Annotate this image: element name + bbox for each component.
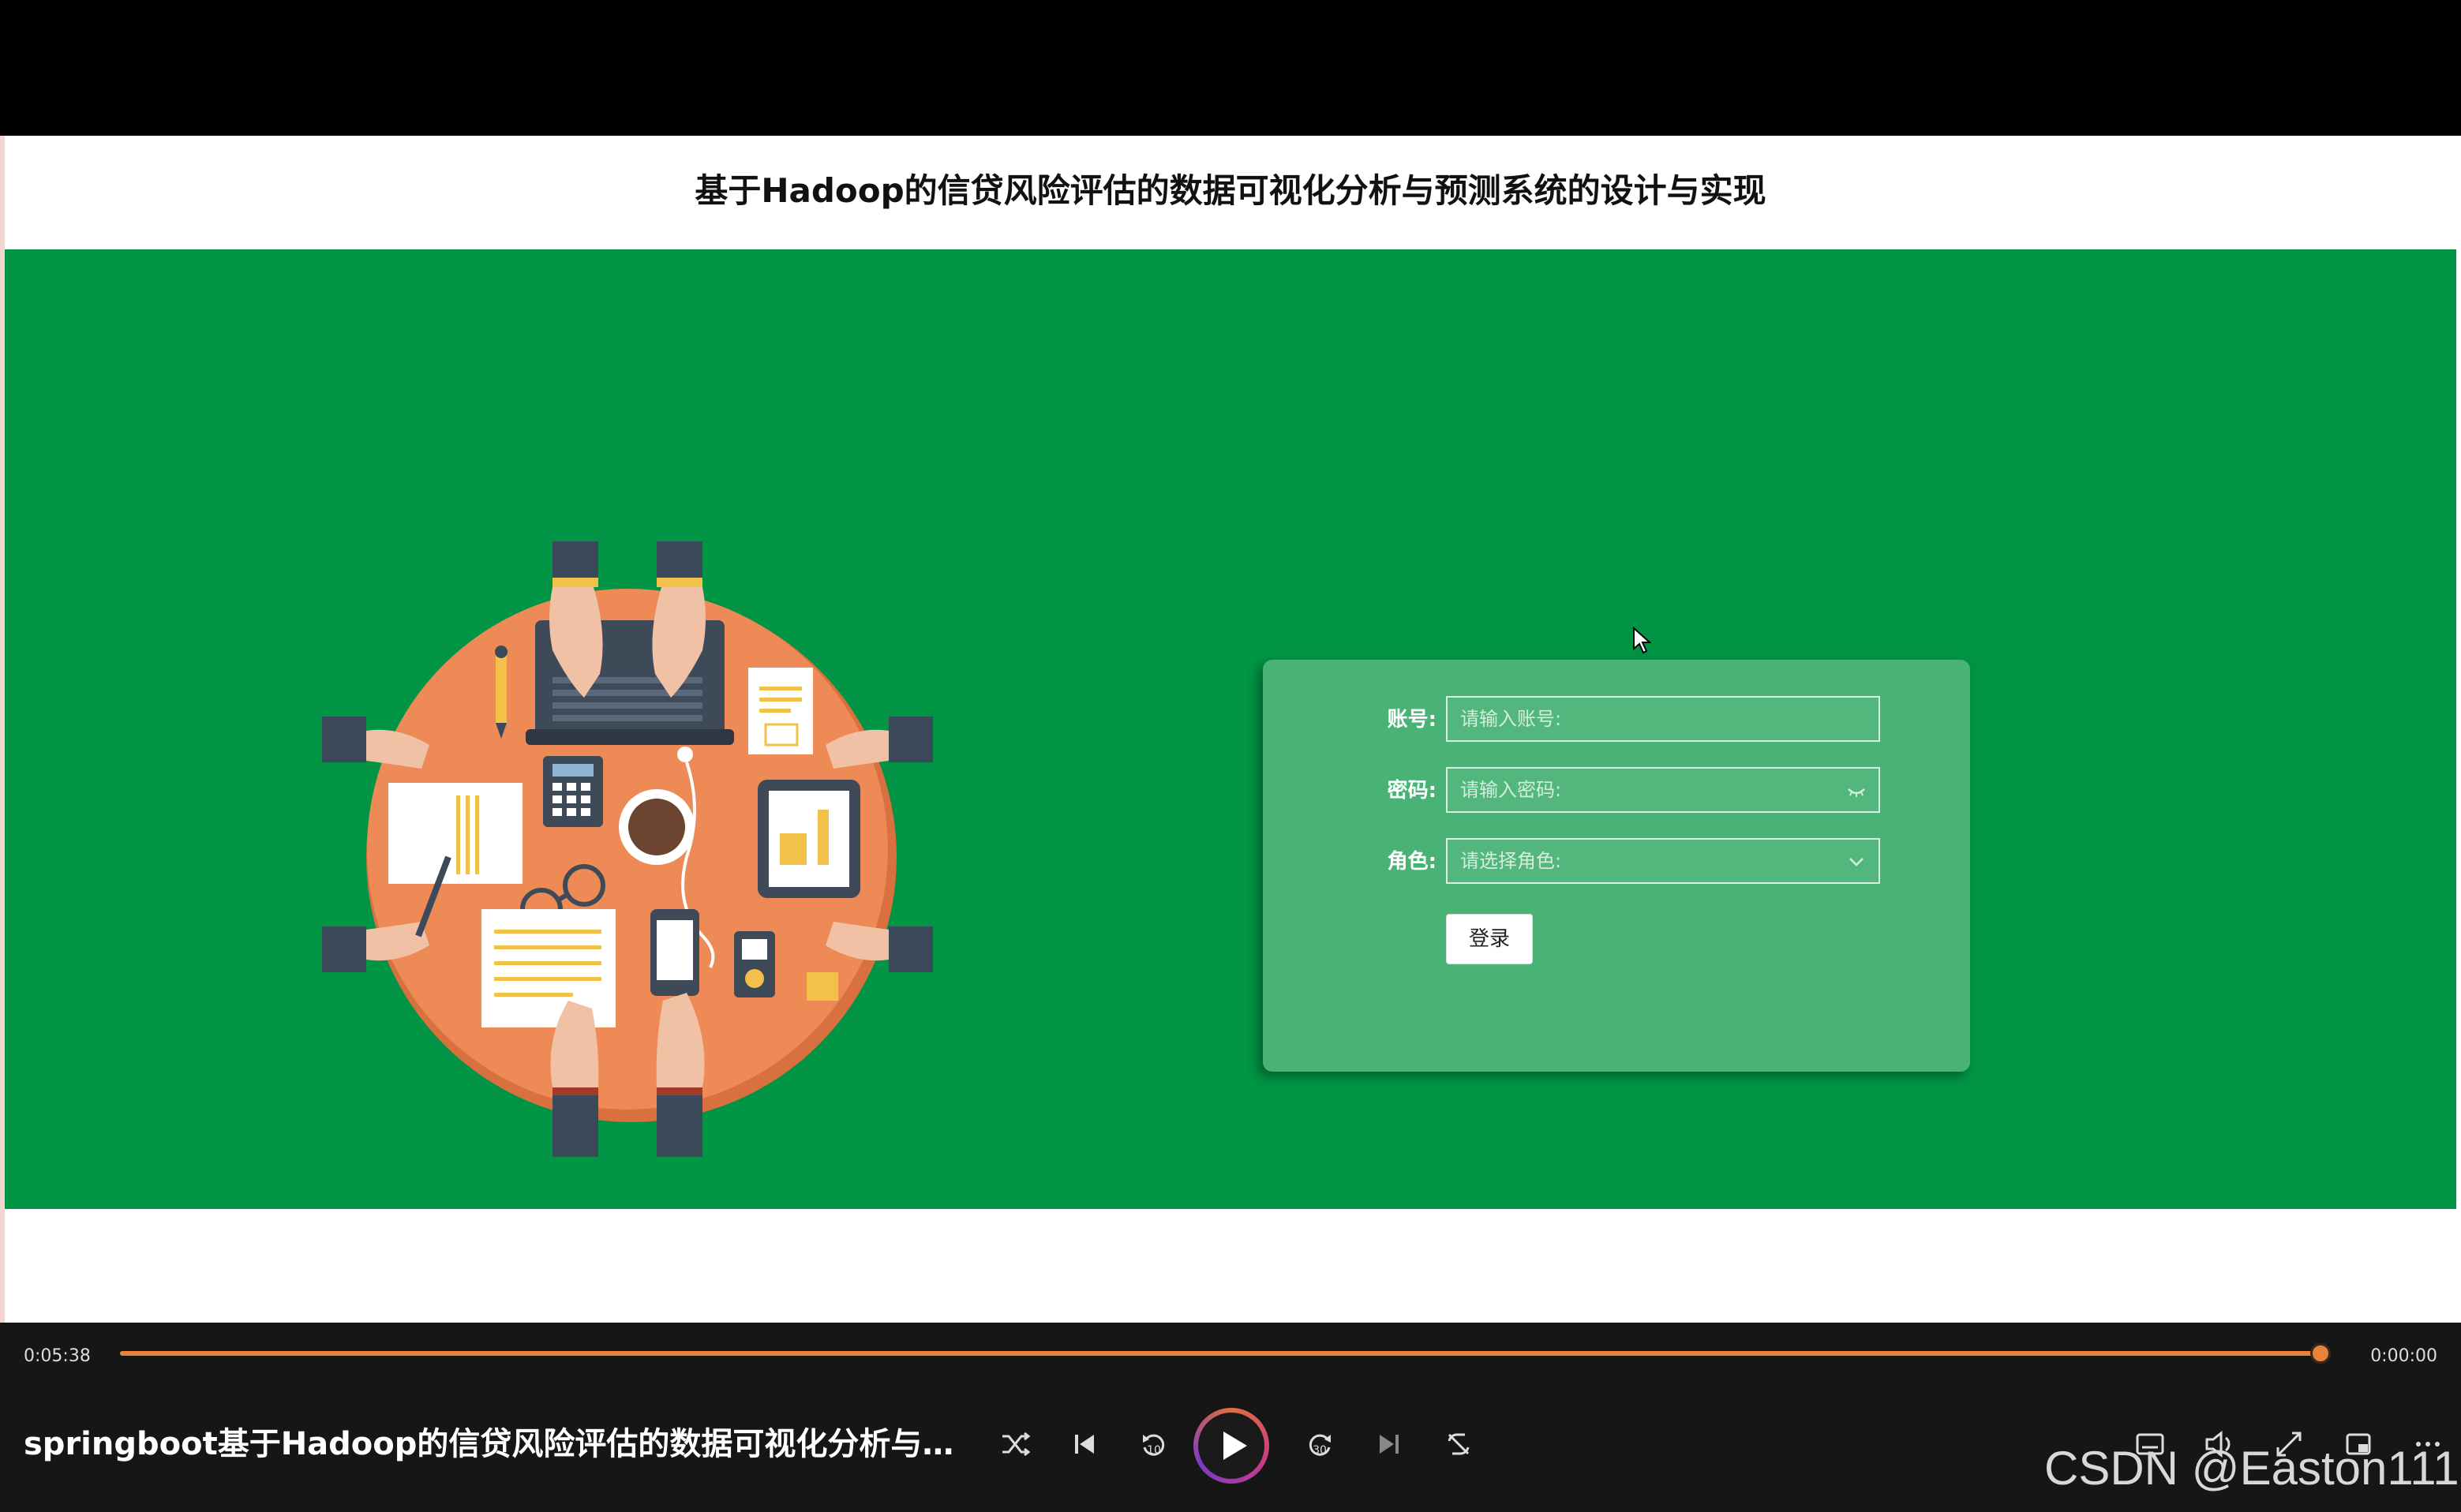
laptop-base: [526, 729, 734, 745]
top-black-bar: [0, 0, 2461, 136]
meeting-table-illustration: [322, 541, 933, 1157]
progress-fill: [120, 1351, 2321, 1356]
rewind-label: 10: [1147, 1444, 1161, 1457]
chevron-down-icon: [1849, 858, 1864, 866]
csdn-watermark: CSDN @Easton111: [2044, 1442, 2459, 1495]
play-button[interactable]: [1193, 1408, 1269, 1484]
password-row: 密码: 请输入密码:: [1263, 767, 1970, 814]
role-select[interactable]: 请选择角色:: [1446, 838, 1880, 884]
play-button-inner: [1198, 1413, 1264, 1479]
login-card: 账号: 请输入账号: 密码: 请输入密码: 角色: 请选择角色: 登录: [1263, 660, 1970, 1072]
password-placeholder: 请输入密码:: [1460, 779, 1562, 801]
progress-thumb[interactable]: [2310, 1343, 2331, 1364]
media-player-bar: 0:05:38 0:00:00 springboot基于Hadoop的信贷风险评…: [0, 1323, 2461, 1512]
left-sleeve-top: [322, 717, 366, 762]
video-frame: 基于Hadoop的信贷风险评估的数据可视化分析与预测系统的设计与实现 账号: 请…: [0, 136, 2461, 1323]
login-button[interactable]: 登录: [1446, 914, 1533, 964]
eye-closed-icon[interactable]: [1845, 780, 1867, 802]
pencil: [496, 652, 507, 723]
right-sleeve-top: [889, 717, 933, 762]
shuffle-icon[interactable]: [996, 1425, 1034, 1463]
password-label: 密码:: [1387, 779, 1437, 803]
left-sleeve-bottom: [322, 926, 366, 972]
repeat-icon[interactable]: [1440, 1425, 1478, 1463]
role-row: 角色: 请选择角色:: [1263, 838, 1970, 885]
page-title: 基于Hadoop的信贷风险评估的数据可视化分析与预测系统的设计与实现: [695, 171, 1766, 210]
previous-icon[interactable]: [1066, 1425, 1103, 1463]
progress-bar[interactable]: [120, 1343, 2331, 1364]
forward-30-icon[interactable]: 30: [1301, 1425, 1339, 1463]
right-sleeve-bottom: [889, 926, 933, 972]
mouse-cursor-icon: [1633, 627, 1651, 654]
top-sleeve-left: [553, 541, 598, 581]
top-cuff-left: [553, 578, 598, 587]
bottom-sleeve-left: [553, 1086, 598, 1157]
current-time: 0:05:38: [24, 1346, 91, 1366]
sticky-note: [807, 972, 838, 1001]
account-row: 账号: 请输入账号:: [1263, 696, 1970, 743]
rewind-10-icon[interactable]: 10: [1135, 1425, 1173, 1463]
document-left: [388, 783, 523, 884]
top-sleeve-right: [657, 541, 702, 581]
account-label: 账号:: [1387, 708, 1437, 732]
bottom-sleeve-right: [657, 1086, 702, 1157]
top-cuff-right: [657, 578, 702, 587]
forward-label: 30: [1313, 1444, 1327, 1457]
total-time: 0:00:00: [2370, 1346, 2437, 1366]
role-placeholder: 请选择角色:: [1460, 850, 1562, 872]
role-label: 角色:: [1387, 850, 1437, 874]
notebook: [481, 909, 616, 1027]
password-input[interactable]: 请输入密码:: [1446, 767, 1880, 813]
account-input[interactable]: 请输入账号:: [1446, 696, 1880, 742]
video-title: springboot基于Hadoop的信贷风险评估的数据可视化分析与预...: [24, 1426, 955, 1462]
login-background: 账号: 请输入账号: 密码: 请输入密码: 角色: 请选择角色: 登录: [5, 249, 2456, 1209]
next-icon[interactable]: [1370, 1425, 1408, 1463]
play-icon: [1223, 1432, 1247, 1460]
